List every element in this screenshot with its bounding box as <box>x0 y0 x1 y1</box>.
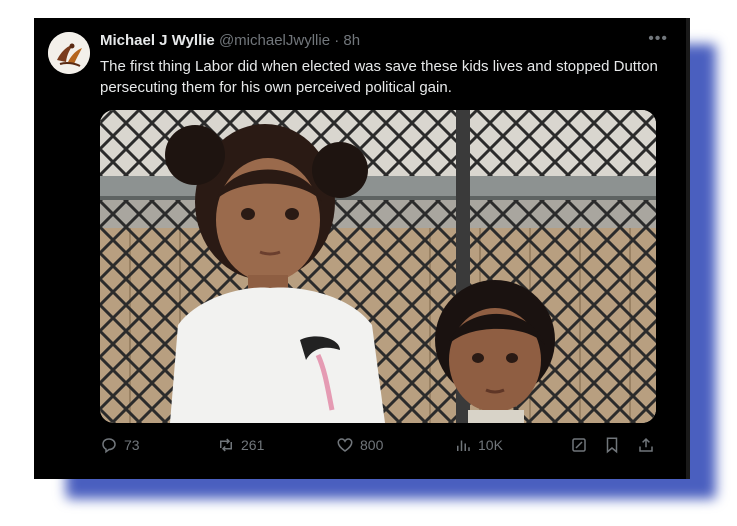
like-count: 800 <box>360 437 384 453</box>
more-icon[interactable]: ••• <box>648 30 668 48</box>
separator: · <box>334 32 340 49</box>
tweet-text: The first thing Labor did when elected w… <box>100 58 658 96</box>
tweet-photo[interactable] <box>100 110 656 423</box>
reply-count: 73 <box>124 437 140 453</box>
grok-button[interactable] <box>570 436 588 454</box>
author-handle[interactable]: @michaelJwyllie <box>219 32 330 49</box>
view-count: 10K <box>478 437 503 453</box>
author-name[interactable]: Michael J Wyllie <box>100 32 215 49</box>
heart-icon <box>337 438 353 452</box>
retweet-count: 261 <box>241 437 265 453</box>
retweet-button[interactable]: 261 <box>217 436 264 454</box>
tweet-actions: 73 261 800 10K <box>100 432 660 462</box>
grok-icon <box>572 438 586 452</box>
reply-button[interactable]: 73 <box>100 436 140 454</box>
tweet-card: Michael J Wyllie @michaelJwyllie · 8h ••… <box>34 18 690 479</box>
share-icon <box>639 437 653 452</box>
photo-children-image <box>100 110 656 423</box>
retweet-icon <box>220 438 232 452</box>
avatar-logo-icon <box>48 32 90 74</box>
share-button[interactable] <box>637 436 655 454</box>
avatar[interactable] <box>48 32 90 74</box>
bookmark-button[interactable] <box>603 436 621 454</box>
timestamp[interactable]: 8h <box>343 32 360 49</box>
views-button[interactable]: 10K <box>454 436 503 454</box>
reply-icon <box>102 438 116 454</box>
views-icon <box>457 440 470 451</box>
bookmark-icon <box>606 437 618 454</box>
tweet-header: Michael J Wyllie @michaelJwyllie · 8h <box>100 32 660 52</box>
card-edge <box>686 18 690 479</box>
like-button[interactable]: 800 <box>336 436 383 454</box>
